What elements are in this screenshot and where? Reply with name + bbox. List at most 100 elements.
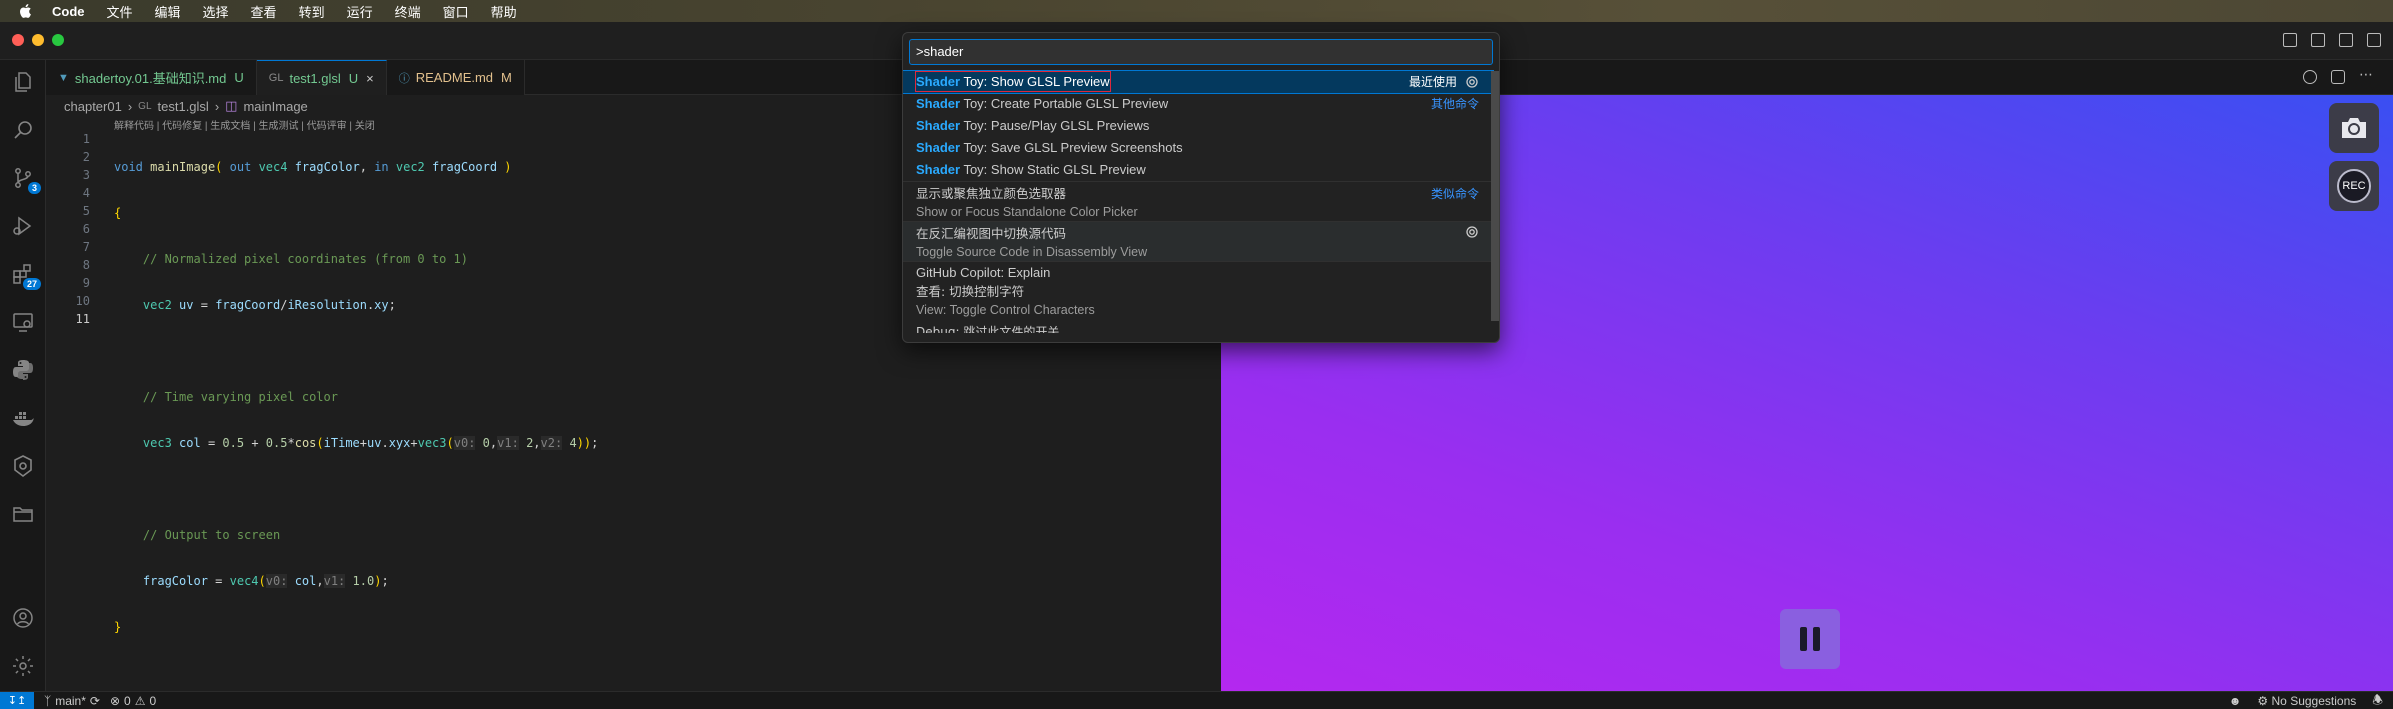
menu-file[interactable]: 文件 [107,2,133,21]
tab-test1-glsl[interactable]: GL test1.glsl U × [256,60,387,95]
kubernetes-icon[interactable] [11,454,35,478]
command-category: 其他命令 [1430,97,1479,111]
sync-icon[interactable]: ⟳ [90,694,100,708]
customize-layout-icon[interactable] [2283,33,2297,47]
warning-count: 0 [149,693,157,708]
docker-icon[interactable] [11,406,35,430]
code-line: void mainImage( out vec4 fragColor, in v… [114,160,512,174]
markdown-icon: ▼ [58,71,69,84]
extensions-icon[interactable]: 27 [11,262,41,290]
tab-shadertoy-md[interactable]: ▼ shadertoy.01.基础知识.md U [46,60,257,95]
code-line: } [114,620,122,634]
command-item[interactable]: Shader Toy: Create Portable GLSL Preview… [903,93,1493,115]
menu-run[interactable]: 运行 [347,2,373,21]
menu-code[interactable]: Code [52,4,85,19]
command-item[interactable]: 显示或聚焦独立颜色选取器 Show or Focus Standalone Co… [903,181,1493,221]
command-item-selected[interactable]: Shader Toy: Show GLSL Preview 最近使用 [903,70,1494,94]
toggle-primary-sidebar-icon[interactable] [2311,33,2325,47]
menu-view[interactable]: 查看 [251,2,277,21]
close-window-button[interactable] [12,34,24,46]
command-label: Shader Toy: Show GLSL Preview [915,71,1111,92]
menu-selection[interactable]: 选择 [203,2,229,21]
project-manager-icon[interactable] [11,502,35,526]
pause-button[interactable] [1780,609,1840,669]
suggestions-status[interactable]: ⚙ No Suggestions [2257,694,2356,708]
code-line: // Time varying pixel color [114,390,338,404]
command-item[interactable]: 查看: 切换控制字符 View: Toggle Control Characte… [903,283,1493,323]
code-line: vec2 uv = fragCoord/iResolution.xy; [142,298,396,312]
remote-indicator-icon[interactable]: ↧↥ [0,691,34,709]
line-number: 3 [82,168,90,182]
screenshot-button[interactable] [2329,103,2379,153]
command-item[interactable]: Shader Toy: Save GLSL Preview Screenshot… [903,137,1493,159]
apple-logo-icon[interactable] [18,3,32,19]
line-number-current: 11 [75,312,90,326]
command-detail: View: Toggle Control Characters [916,303,1095,317]
minimize-window-button[interactable] [32,34,44,46]
menu-go[interactable]: 转到 [299,2,325,21]
command-category: 最近使用 [1409,71,1479,93]
menu-window[interactable]: 窗口 [443,2,469,21]
manage-gear-icon[interactable] [11,654,35,678]
command-list-scrollbar[interactable] [1491,71,1499,321]
breadcrumb-symbol[interactable]: mainImage [243,99,307,114]
toggle-secondary-sidebar-icon[interactable] [2367,33,2381,47]
copilot-icon[interactable]: ☻ [2229,694,2242,708]
gear-icon[interactable] [2303,70,2317,84]
command-item[interactable]: Shader Toy: Pause/Play GLSL Previews [903,115,1493,137]
line-number: 1 [82,132,90,146]
layout-controls [2283,33,2381,47]
gear-icon[interactable] [1465,75,1479,89]
record-button[interactable]: REC [2329,161,2379,211]
split-editor-icon[interactable] [2331,70,2345,84]
notifications-bell-icon[interactable]: 🕭 [2372,691,2383,709]
breadcrumb-folder[interactable]: chapter01 [64,99,122,114]
close-tab-icon[interactable]: × [366,71,374,86]
toggle-panel-icon[interactable] [2339,33,2353,47]
code-line: { [114,206,122,220]
line-number: 8 [82,258,90,272]
line-number: 7 [82,240,90,254]
command-label: 显示或聚焦独立颜色选取器 [916,186,1067,201]
command-item[interactable]: Shader Toy: Show Static GLSL Preview [903,159,1493,181]
status-bar-right: ☻ ⚙ No Suggestions 🕭 [2229,692,2383,709]
python-icon[interactable] [11,358,35,382]
more-actions-icon[interactable]: ⋯ [2359,67,2373,84]
gear-icon[interactable] [1465,225,1479,239]
scm-badge: 3 [27,182,41,194]
run-debug-icon[interactable] [11,214,35,238]
git-branch-icon: ᛉ [44,693,52,708]
maximize-window-button[interactable] [52,34,64,46]
code-editor[interactable]: void mainImage( out vec4 fragColor, in v… [114,130,598,650]
tab-label: test1.glsl [289,70,341,86]
chevron-right-icon: › [127,98,133,114]
search-icon[interactable] [11,118,35,142]
command-category: 类似命令 [1430,187,1479,201]
breadcrumb-file[interactable]: test1.glsl [158,99,209,114]
account-icon[interactable] [11,606,35,630]
branch-indicator[interactable]: ᛉ main* ⟳ [44,694,100,708]
code-line: // Output to screen [114,528,281,542]
command-item[interactable]: 在反汇编视图中切换源代码 Toggle Source Code in Disas… [903,221,1493,261]
menu-edit[interactable]: 编辑 [155,2,181,21]
command-item[interactable]: Debug: 跳过此文件的开关 [903,321,1493,333]
remote-explorer-icon[interactable] [11,310,35,334]
info-icon: ⓘ [398,72,410,85]
explorer-icon[interactable] [11,70,35,94]
code-line: // Normalized pixel coordinates (from 0 … [114,252,469,266]
menu-terminal[interactable]: 终端 [395,2,421,21]
source-control-icon[interactable]: 3 [11,166,41,194]
menu-help[interactable]: 帮助 [491,2,517,21]
extensions-badge: 27 [22,278,41,290]
command-detail: Toggle Source Code in Disassembly View [916,245,1148,259]
tab-readme-md[interactable]: ⓘ README.md M [386,60,525,95]
line-number: 9 [82,276,90,290]
command-palette-input[interactable]: >shader [909,39,1493,65]
line-number: 4 [82,186,90,200]
symbol-method-icon: ◫ [225,98,238,113]
problems-indicator[interactable]: ⊗ 0 ⚠ 0 [110,694,156,708]
line-number: 10 [75,294,90,308]
tab-status: M [501,70,512,85]
command-item[interactable]: GitHub Copilot: Explain [903,261,1493,283]
